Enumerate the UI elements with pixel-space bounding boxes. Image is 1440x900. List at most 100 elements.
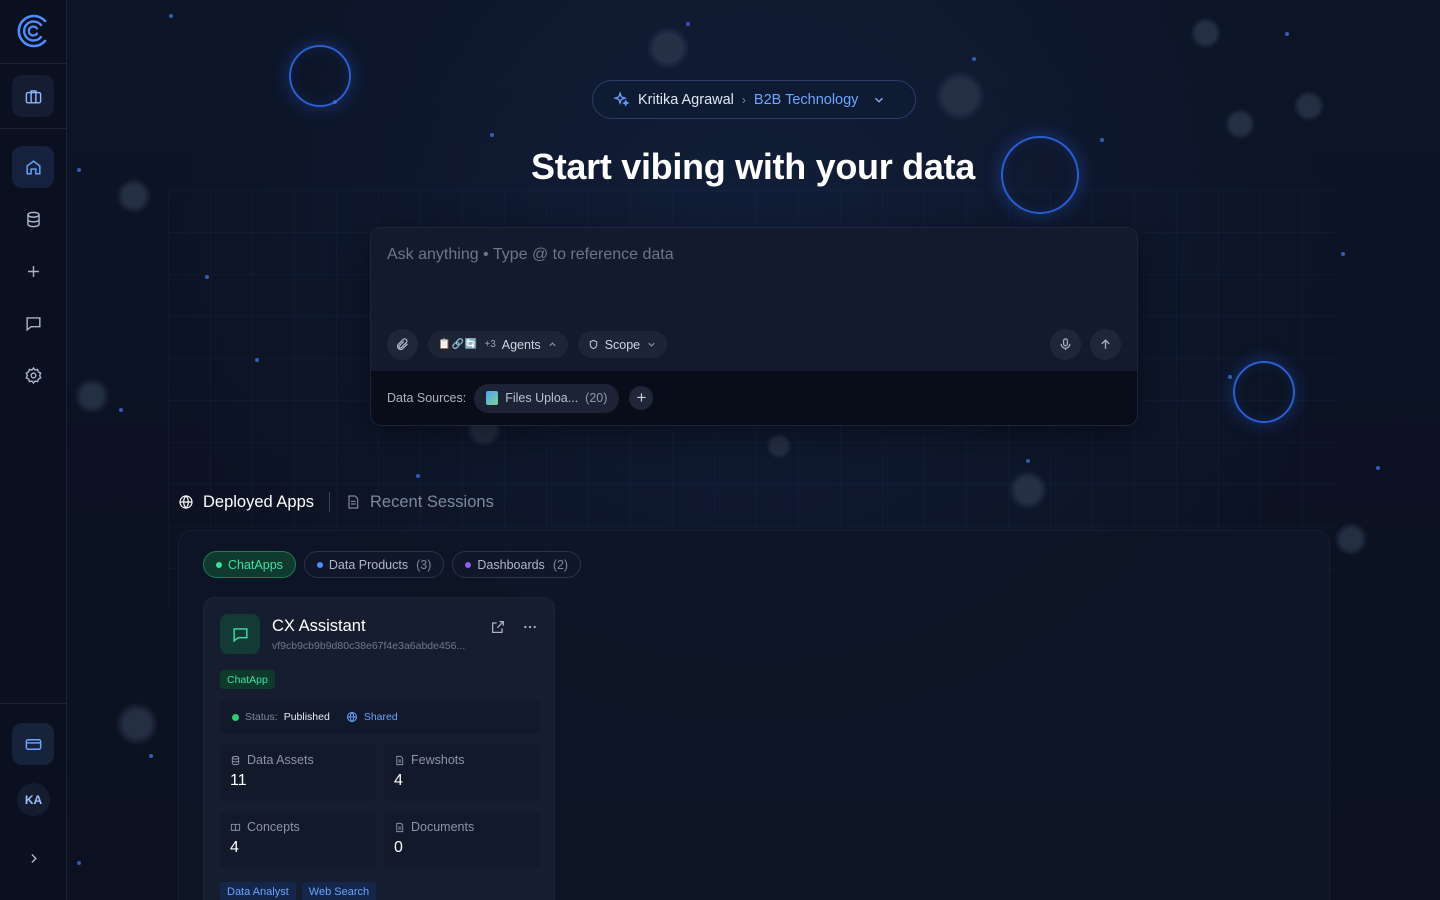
status-label: Status: [245, 711, 278, 723]
scope-selector[interactable]: Scope [577, 331, 668, 358]
decor-halo [1224, 108, 1256, 140]
decor-halo [1008, 470, 1048, 510]
stat-value: 4 [230, 839, 239, 856]
tab-deployed-apps[interactable]: Deployed Apps [178, 493, 314, 512]
decor-halo [646, 26, 690, 70]
data-source-count: (20) [585, 391, 608, 405]
sidebar-item-data[interactable] [12, 198, 54, 240]
chevron-up-icon [549, 342, 556, 347]
filter-label: Dashboards [477, 557, 545, 572]
prompt-input[interactable] [387, 246, 1107, 264]
shared-label: Shared [363, 711, 398, 723]
sidebar-divider [0, 703, 67, 704]
stat-label-row: Documents [394, 820, 530, 834]
deployed-apps-panel: ChatApps Data Products (3) Dashboards (2… [178, 530, 1330, 900]
stat-value: 4 [394, 772, 403, 789]
stat-label: Data Assets [247, 753, 314, 767]
globe-icon [179, 495, 193, 509]
decor-dot [686, 22, 690, 26]
sidebar-item-chat[interactable] [12, 302, 54, 344]
chevron-right-icon [30, 853, 37, 863]
decor-ring [289, 45, 351, 107]
filter-label: ChatApps [228, 557, 283, 572]
sidebar-item-settings[interactable] [12, 354, 54, 396]
filter-bullet [316, 561, 323, 568]
agents-selector[interactable]: 📋🔗🔄 +3 Agents [428, 331, 568, 358]
tab-recent-sessions[interactable]: Recent Sessions [345, 493, 494, 512]
decor-dot [1285, 32, 1289, 36]
app-type-tag: ChatApp [220, 670, 275, 689]
stat-concepts: Concepts 4 [220, 811, 376, 868]
arrow-up-icon [1101, 339, 1110, 349]
breadcrumb-separator: › [741, 92, 746, 107]
brand-logo-icon[interactable] [14, 12, 52, 50]
main-area: Kritika Agrawal › B2B Technology Start v… [68, 0, 1440, 900]
sidebar-expand-button[interactable] [12, 837, 54, 879]
app-actions [490, 619, 538, 635]
home-icon [25, 159, 41, 175]
decor-dot [1376, 466, 1380, 470]
decor-dot [119, 408, 123, 412]
attach-button[interactable] [387, 329, 418, 360]
workspace-selector[interactable]: Kritika Agrawal › B2B Technology [592, 80, 916, 119]
stat-label: Documents [411, 820, 475, 834]
filter-data-products[interactable]: Data Products (3) [303, 551, 445, 578]
data-source-name: Files Uploa... [505, 391, 579, 405]
external-link-icon[interactable] [490, 619, 506, 635]
voice-button[interactable] [1050, 329, 1081, 360]
capability-tag: Web Search [301, 882, 377, 900]
document-icon [396, 822, 404, 832]
stat-value: 11 [230, 772, 247, 789]
briefcase-icon [25, 89, 41, 104]
decor-dot [205, 275, 209, 279]
capability-tags: Data Analyst Web Search [220, 882, 377, 900]
sidebar-item-billing[interactable] [12, 723, 54, 765]
agents-label: Agents [501, 337, 541, 352]
decor-dot [255, 358, 259, 362]
credit-card-icon [25, 738, 41, 750]
filter-bullet [465, 561, 472, 568]
chat-icon [232, 627, 248, 642]
filter-dashboards[interactable]: Dashboards (2) [452, 551, 582, 578]
stat-label: Concepts [247, 820, 300, 834]
sidebar-item-workspace[interactable] [12, 75, 54, 117]
more-options-icon[interactable] [522, 619, 538, 635]
shield-icon [589, 339, 597, 350]
stat-data-assets: Data Assets 11 [220, 744, 376, 801]
decor-halo [766, 433, 792, 459]
prompt-tools: 📋🔗🔄 +3 Agents Scope [387, 329, 668, 360]
filter-chatapps[interactable]: ChatApps [203, 551, 296, 578]
add-data-source-button[interactable]: + [629, 386, 654, 410]
chat-icon [25, 316, 41, 331]
decor-dot [77, 168, 81, 172]
stat-value: 0 [394, 839, 403, 856]
avatar[interactable]: KA [17, 783, 50, 816]
breadcrumb-org: B2B Technology [753, 91, 859, 108]
database-icon [26, 211, 40, 227]
decor-halo [934, 70, 986, 122]
filter-count: (2) [552, 557, 569, 572]
filter-label: Data Products [328, 557, 409, 572]
stat-label-row: Concepts [230, 820, 366, 834]
decor-dot [1341, 252, 1345, 256]
send-button[interactable] [1090, 329, 1121, 360]
decor-dot [169, 14, 173, 18]
sidebar-item-new[interactable] [12, 250, 54, 292]
shared-badge: Shared [346, 711, 398, 723]
app-id: vf9cb9cb9b9d80c38e67f4e3a6abde456... [272, 640, 466, 652]
decor-dot [1026, 459, 1030, 463]
app-title: CX Assistant [272, 617, 366, 635]
globe-icon [346, 711, 357, 723]
status-value: Published [283, 711, 330, 723]
app-card[interactable]: CX Assistant vf9cb9cb9b9d80c38e67f4e3a6a… [203, 597, 555, 900]
stat-label: Fewshots [411, 753, 465, 767]
gear-icon [24, 366, 42, 384]
paperclip-icon [396, 338, 408, 351]
sidebar-item-home[interactable] [12, 146, 54, 188]
status-indicator [232, 713, 239, 721]
app-icon [220, 614, 260, 654]
chevron-down-icon [648, 342, 655, 347]
file-icon [486, 391, 499, 405]
chevron-down-icon [875, 97, 884, 103]
data-source-chip[interactable]: Files Uploa... (20) [474, 383, 620, 413]
